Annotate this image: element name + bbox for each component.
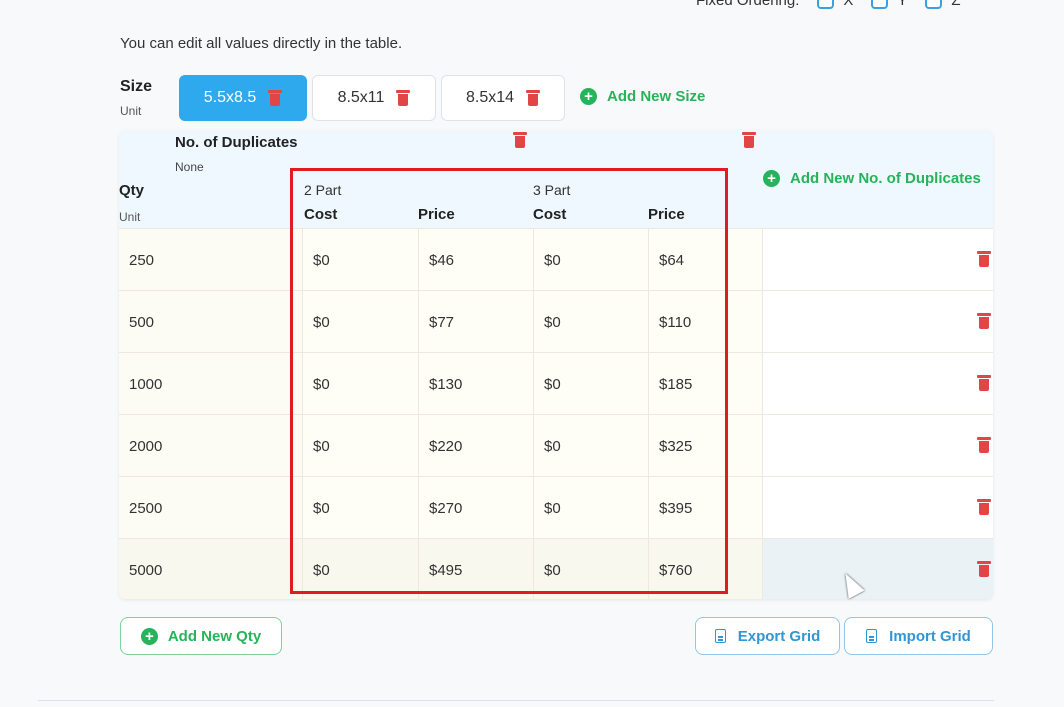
price-cell[interactable]: $395: [648, 477, 762, 539]
plus-circle-icon: +: [140, 627, 158, 645]
cost-cell[interactable]: $0: [533, 415, 648, 477]
trash-icon[interactable]: [977, 499, 991, 515]
price-cell[interactable]: $325: [648, 415, 762, 477]
cost-cell[interactable]: $0: [302, 229, 418, 291]
group-header-2-part: 2 Part: [304, 182, 342, 198]
checkbox-box-icon[interactable]: [925, 0, 943, 9]
trash-icon[interactable]: [977, 251, 991, 267]
duplicates-unit: None: [175, 160, 204, 174]
file-icon: [714, 629, 726, 643]
price-cell[interactable]: $64: [648, 229, 762, 291]
cost-cell[interactable]: $0: [302, 353, 418, 415]
cost-cell[interactable]: $0: [533, 291, 648, 353]
qty-header: Qty: [119, 182, 145, 199]
qty-cell[interactable]: 5000: [119, 539, 302, 599]
cost-cell[interactable]: $0: [533, 353, 648, 415]
cost-header: Cost: [304, 206, 338, 223]
price-cell[interactable]: $495: [418, 539, 533, 599]
divider: [38, 700, 994, 701]
trash-icon[interactable]: [977, 437, 991, 453]
duplicates-label: No. of Duplicates: [175, 134, 298, 151]
checkbox-box-icon[interactable]: [817, 0, 835, 9]
empty-cell: [762, 415, 993, 477]
add-new-qty-button[interactable]: + Add New Qty: [120, 617, 282, 655]
empty-cell: [762, 291, 993, 353]
table-header: No. of Duplicates None Qty Unit 2 Part 3…: [119, 130, 993, 228]
cost-cell[interactable]: $0: [533, 539, 648, 599]
ordering-checkbox-x[interactable]: X: [817, 0, 853, 9]
qty-cell[interactable]: 1000: [119, 353, 302, 415]
trash-icon[interactable]: [526, 90, 541, 106]
price-cell[interactable]: $270: [418, 477, 533, 539]
ordering-checkbox-y[interactable]: Y: [871, 0, 907, 9]
empty-cell: [762, 229, 993, 291]
size-chip-8.5x11[interactable]: 8.5x11: [312, 75, 436, 121]
qty-cell[interactable]: 500: [119, 291, 302, 353]
qty-cell[interactable]: 2000: [119, 415, 302, 477]
price-cell[interactable]: $220: [418, 415, 533, 477]
fixed-ordering-label: Fixed Ordering:: [696, 0, 800, 9]
price-cell[interactable]: $110: [648, 291, 762, 353]
trash-icon[interactable]: [268, 90, 283, 106]
qty-cell[interactable]: 2500: [119, 477, 302, 539]
qty-unit: Unit: [119, 210, 141, 224]
cost-cell[interactable]: $0: [533, 477, 648, 539]
trash-icon[interactable]: [977, 375, 991, 391]
group-header-3-part: 3 Part: [533, 182, 571, 198]
empty-cell: [762, 477, 993, 539]
size-chip-5.5x8.5[interactable]: 5.5x8.5: [179, 75, 307, 121]
cost-cell[interactable]: $0: [302, 415, 418, 477]
table-row: 250 $0 $46 $0 $64: [119, 228, 993, 291]
price-cell[interactable]: $185: [648, 353, 762, 415]
checkbox-box-icon[interactable]: [871, 0, 889, 9]
fixed-ordering-bar: Fixed Ordering: X Y Z: [696, 0, 961, 9]
import-grid-button[interactable]: Import Grid: [844, 617, 993, 655]
ordering-checkbox-z[interactable]: Z: [925, 0, 961, 9]
trash-icon[interactable]: [513, 132, 527, 148]
empty-cell: [762, 353, 993, 415]
add-new-size-button[interactable]: + Add New Size: [580, 88, 705, 105]
plus-circle-icon: +: [580, 88, 597, 105]
price-cell[interactable]: $760: [648, 539, 762, 599]
cost-header: Cost: [533, 206, 567, 223]
add-new-duplicates-button[interactable]: + Add New No. of Duplicates: [763, 170, 981, 187]
price-header: Price: [648, 206, 685, 223]
size-unit: Unit: [120, 104, 142, 118]
empty-cell: [762, 539, 993, 599]
pricing-table: No. of Duplicates None Qty Unit 2 Part 3…: [119, 130, 993, 599]
price-cell[interactable]: $130: [418, 353, 533, 415]
price-header: Price: [418, 206, 455, 223]
table-row: 2000 $0 $220 $0 $325: [119, 414, 993, 477]
export-grid-button[interactable]: Export Grid: [695, 617, 840, 655]
file-icon: [866, 629, 878, 643]
cost-cell[interactable]: $0: [302, 539, 418, 599]
cost-cell[interactable]: $0: [302, 477, 418, 539]
size-chip-8.5x14[interactable]: 8.5x14: [441, 75, 565, 121]
cost-cell[interactable]: $0: [533, 229, 648, 291]
trash-icon[interactable]: [742, 132, 756, 148]
table-row: 1000 $0 $130 $0 $185: [119, 352, 993, 415]
price-cell[interactable]: $46: [418, 229, 533, 291]
table-row: 500 $0 $77 $0 $110: [119, 290, 993, 353]
price-cell[interactable]: $77: [418, 291, 533, 353]
cost-cell[interactable]: $0: [302, 291, 418, 353]
trash-icon[interactable]: [977, 561, 991, 577]
plus-circle-icon: +: [763, 170, 780, 187]
trash-icon[interactable]: [977, 313, 991, 329]
table-row: 2500 $0 $270 $0 $395: [119, 476, 993, 539]
size-label: Size: [120, 78, 153, 95]
trash-icon[interactable]: [396, 90, 411, 106]
qty-cell[interactable]: 250: [119, 229, 302, 291]
intro-text: You can edit all values directly in the …: [120, 35, 403, 52]
